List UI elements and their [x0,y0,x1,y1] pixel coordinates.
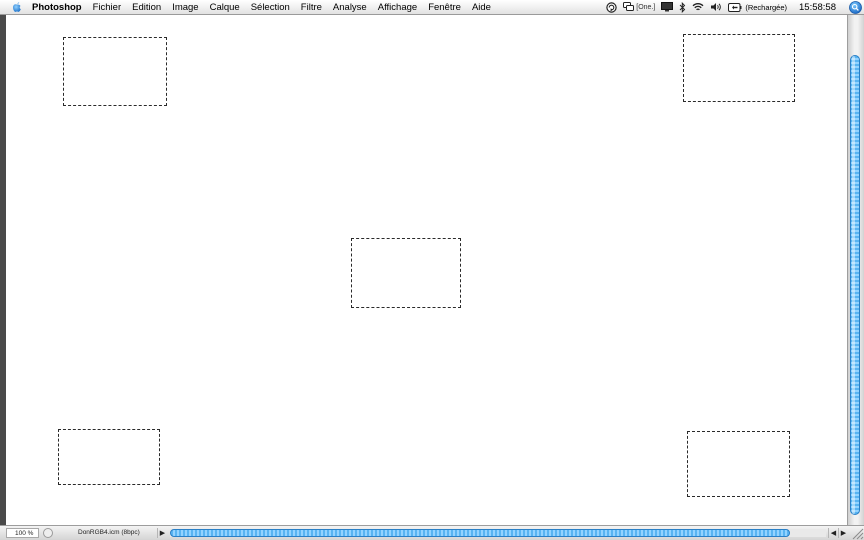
display-icon[interactable] [661,2,674,12]
displays-status-icon[interactable]: [One.] [623,2,655,12]
menu-aide[interactable]: Aide [472,2,491,13]
spotlight-icon[interactable] [849,0,862,14]
document-canvas[interactable] [6,15,847,525]
selection-marquee-top-left[interactable] [63,37,167,106]
horizontal-scroll-thumb[interactable] [170,529,790,537]
volume-icon[interactable] [710,2,722,12]
selection-marquee-center[interactable] [351,238,461,308]
menu-calque[interactable]: Calque [210,2,240,13]
vertical-scroll-thumb[interactable] [850,55,860,515]
selection-marquee-bottom-right[interactable] [687,431,790,497]
one-status-label: [One.] [636,3,656,11]
status-info-button[interactable] [43,528,53,538]
scroll-left-arrow-icon[interactable]: ◀ [828,528,838,538]
selection-marquee-bottom-left[interactable] [58,429,160,485]
menu-image[interactable]: Image [172,2,198,13]
menu-extras: [One.] (Rechargée) 15:58:58 [606,0,864,14]
document-profile: DonRGB4.icm (8bpc) [78,529,140,536]
menu-app-name[interactable]: Photoshop [32,2,82,13]
selection-marquee-top-right[interactable] [683,34,795,102]
zoom-level: 100 % [15,529,34,537]
vertical-scrollbar[interactable] [847,15,864,525]
status-bar: 100 % DonRGB4.icm (8bpc) ▶ ◀ ▶ [0,525,864,540]
menu-affichage[interactable]: Affichage [378,2,417,13]
apple-menu-icon[interactable] [11,1,23,13]
menu-bar: Photoshop Fichier Edition Image Calque S… [0,0,864,15]
menu-fenetre[interactable]: Fenêtre [428,2,461,13]
menu-analyse[interactable]: Analyse [333,2,367,13]
menu-edition[interactable]: Edition [132,2,161,13]
status-menu-arrow-icon[interactable]: ▶ [157,528,167,538]
menu-fichier[interactable]: Fichier [93,2,122,13]
resize-grip-icon[interactable] [847,526,864,540]
horizontal-scrollbar[interactable] [170,529,826,537]
menu-clock[interactable]: 15:58:58 [799,2,836,13]
zoom-field[interactable]: 100 % [6,528,39,538]
menu-selection[interactable]: Sélection [251,2,290,13]
bluetooth-icon[interactable] [679,1,686,13]
sync-status-icon[interactable] [606,1,617,13]
battery-icon[interactable] [728,2,742,12]
battery-status-label: (Rechargée) [745,2,788,12]
menu-filtre[interactable]: Filtre [301,2,322,13]
wifi-icon[interactable] [692,2,704,12]
